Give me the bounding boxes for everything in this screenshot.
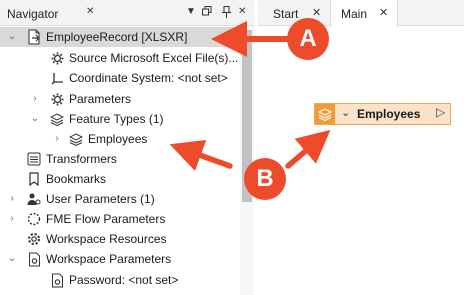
tree-item-label: Transformers xyxy=(46,152,117,166)
tree-item-coordinate-system[interactable]: Coordinate System: <not set> xyxy=(0,68,240,88)
navigator-panel: Navigator ✕ ▼ ✕ ⌄ EmployeeRecord [XLSXR]… xyxy=(0,0,254,295)
callout-a: A xyxy=(287,18,329,60)
chevron-down-icon[interactable]: ⌄ xyxy=(341,106,350,119)
tree-item-label: Employees xyxy=(88,132,148,146)
close-icon[interactable]: ✕ xyxy=(86,6,94,18)
arrow-b-right xyxy=(285,129,331,169)
resources-icon xyxy=(27,231,41,247)
chevron-right-icon[interactable]: › xyxy=(51,131,63,147)
restore-icon[interactable] xyxy=(202,6,212,20)
tree-item-label: Feature Types (1) xyxy=(69,112,164,126)
tree-item-transformers[interactable]: Transformers xyxy=(0,149,240,169)
tree-item-label: Workspace Resources xyxy=(46,232,167,246)
chevron-down-icon[interactable]: ⌄ xyxy=(6,29,18,45)
tree-item-label: Coordinate System: <not set> xyxy=(69,71,228,85)
flow-params-icon xyxy=(27,211,41,227)
chevron-right-icon[interactable]: › xyxy=(6,211,18,227)
chevron-right-icon[interactable]: › xyxy=(29,91,41,107)
navigator-title: Navigator xyxy=(7,7,59,21)
tree-item-label: Password: <not set> xyxy=(69,273,179,287)
workspace-params-icon xyxy=(27,251,41,267)
close-icon[interactable]: ✕ xyxy=(312,6,321,19)
feature-type-node-employees[interactable]: ⌄ Employees ▷ xyxy=(314,103,451,125)
coordinate-icon xyxy=(50,70,64,86)
tree-item-source-file[interactable]: Source Microsoft Excel File(s)... xyxy=(0,48,240,68)
dropdown-icon[interactable]: ▼ xyxy=(186,6,196,18)
navigator-header: Navigator ✕ ▼ ✕ xyxy=(0,0,254,26)
tree-item-user-parameters[interactable]: › User Parameters (1) xyxy=(0,189,240,209)
tree-item-workspace-resources[interactable]: Workspace Resources xyxy=(0,229,240,249)
tree-item-workspace-parameters[interactable]: ⌄ Workspace Parameters xyxy=(0,249,240,269)
pin-icon[interactable] xyxy=(222,6,231,22)
tree-item-label: User Parameters (1) xyxy=(46,192,155,206)
chevron-down-icon[interactable]: ⌄ xyxy=(6,251,18,267)
reader-icon xyxy=(27,29,41,45)
password-icon xyxy=(50,272,64,288)
tab-main[interactable]: Main ✕ xyxy=(330,0,398,27)
tree-item-label: Workspace Parameters xyxy=(46,252,172,266)
chevron-right-icon[interactable]: › xyxy=(6,191,18,207)
layers-icon xyxy=(315,104,335,124)
tree-item-password[interactable]: Password: <not set> xyxy=(0,270,240,290)
tree-item-feature-types[interactable]: ⌄ Feature Types (1) xyxy=(0,109,240,129)
layers-icon xyxy=(50,111,64,127)
callout-b: B xyxy=(244,158,286,200)
gear-icon xyxy=(50,91,64,107)
tree-item-label: Parameters xyxy=(69,92,132,106)
user-params-icon xyxy=(27,191,41,207)
tree-item-label: FME Flow Parameters xyxy=(46,212,166,226)
feature-type-label: Employees xyxy=(357,107,421,121)
tree-item-label: Bookmarks xyxy=(46,172,107,186)
chevron-down-icon[interactable]: ⌄ xyxy=(29,111,41,127)
tree-item-employees[interactable]: › Employees xyxy=(0,129,240,149)
bookmark-icon xyxy=(27,171,41,187)
tree-item-parameters[interactable]: › Parameters xyxy=(0,89,240,109)
gear-icon xyxy=(50,50,64,66)
layers-icon xyxy=(69,131,83,147)
tree-item-employee-record[interactable]: ⌄ EmployeeRecord [XLSXR] xyxy=(0,27,240,47)
tab-bar: Start ✕ Main ✕ xyxy=(258,0,464,27)
tree-item-label: Source Microsoft Excel File(s)... xyxy=(69,51,239,65)
tree-item-bookmarks[interactable]: Bookmarks xyxy=(0,169,240,189)
tree-item-label: EmployeeRecord [XLSXR] xyxy=(46,30,188,44)
output-port-icon[interactable]: ▷ xyxy=(436,105,445,119)
close-icon[interactable]: ✕ xyxy=(379,6,388,19)
tree-item-fme-flow-parameters[interactable]: › FME Flow Parameters xyxy=(0,209,240,229)
transformers-icon xyxy=(27,151,41,167)
close-panel-icon[interactable]: ✕ xyxy=(238,6,246,18)
